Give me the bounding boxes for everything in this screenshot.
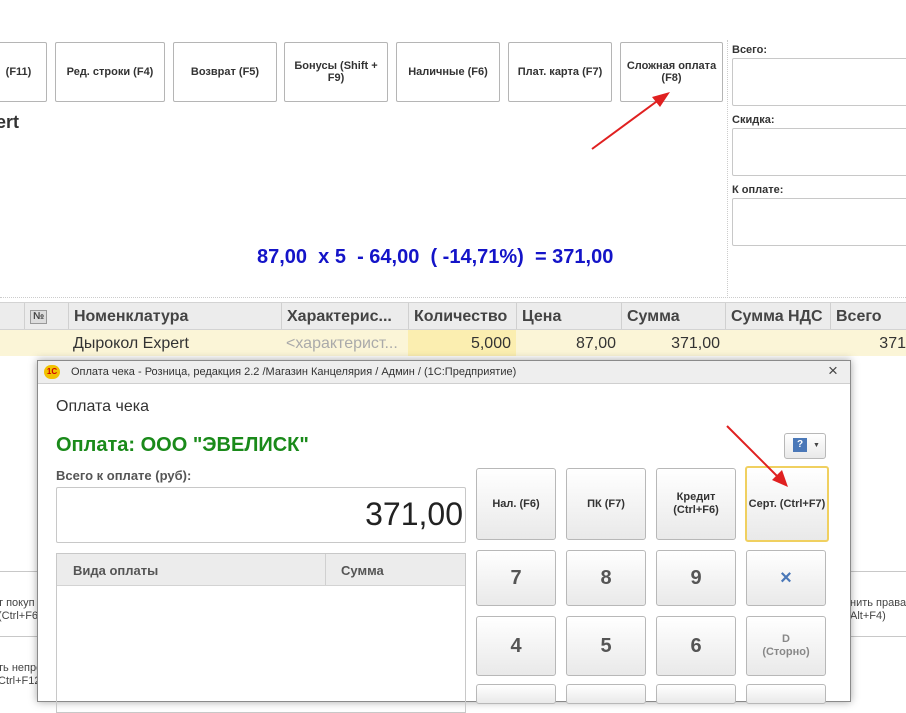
arrow-to-certificate <box>726 425 788 487</box>
arrow-to-complex-payment <box>591 92 670 150</box>
annotation-arrows <box>591 92 788 487</box>
